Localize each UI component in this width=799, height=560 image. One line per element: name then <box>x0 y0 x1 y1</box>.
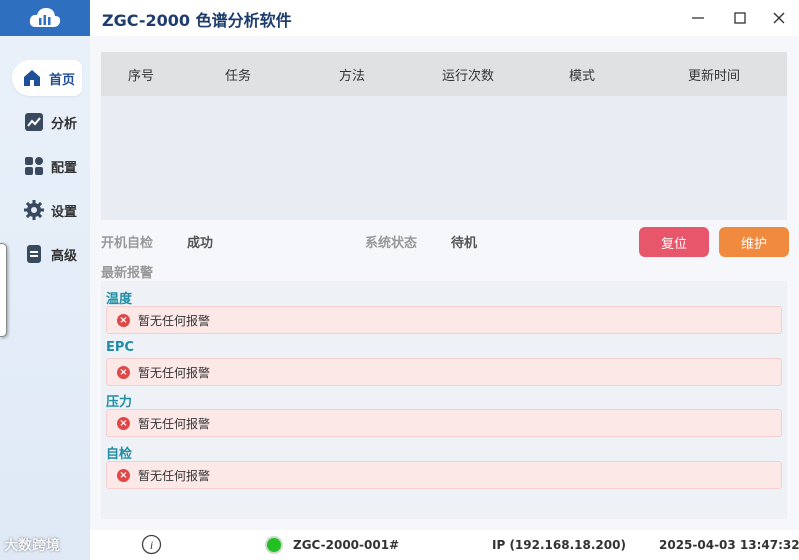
alarm-message: × 暂无任何报警 <box>106 306 782 334</box>
system-status-label: 系统状态 <box>365 236 418 251</box>
maintain-button[interactable]: 维护 <box>719 227 789 257</box>
selftest-label: 开机自检 <box>101 236 154 251</box>
sidebar: 首页 分析 配置 设置 高级 <box>0 0 90 560</box>
sidebar-item-label: 高级 <box>51 248 78 264</box>
alarm-message-text: 暂无任何报警 <box>138 416 211 431</box>
error-icon: × <box>117 468 130 482</box>
alarm-message: × 暂无任何报警 <box>106 461 782 489</box>
device-id: ZGC-2000-001# <box>293 538 400 552</box>
column-header[interactable]: 方法 <box>339 65 365 84</box>
sidebar-item-settings[interactable]: 设置 <box>14 192 80 228</box>
sidebar-item-analysis[interactable]: 分析 <box>14 104 80 140</box>
column-header[interactable]: 模式 <box>569 65 595 84</box>
alarm-section-title: 最新报警 <box>101 266 154 281</box>
column-header[interactable]: 序号 <box>128 65 154 84</box>
sidebar-item-home[interactable]: 首页 <box>12 60 82 96</box>
column-header[interactable]: 任务 <box>225 65 251 84</box>
sidebar-item-label: 分析 <box>51 116 78 132</box>
app-logo <box>0 0 90 36</box>
document-icon <box>27 245 41 263</box>
title-bar: ZGC-2000 色谱分析软件 <box>90 0 799 36</box>
task-table: 序号 任务 方法 运行次数 模式 更新时间 <box>101 52 787 220</box>
alarm-message-text: 暂无任何报警 <box>138 468 211 483</box>
info-icon[interactable]: i <box>141 534 162 555</box>
status-bar: i ZGC-2000-001# IP (192.168.18.200) 2025… <box>90 530 799 560</box>
system-status-value: 待机 <box>451 236 478 251</box>
alarm-category-pressure: 压力 <box>106 395 133 410</box>
column-header[interactable]: 运行次数 <box>442 65 494 84</box>
sidebar-item-label: 设置 <box>51 204 78 220</box>
alarm-message: × 暂无任何报警 <box>106 358 782 386</box>
alarm-category-selftest: 自检 <box>106 447 133 462</box>
error-icon: × <box>117 365 130 379</box>
alarm-message-text: 暂无任何报警 <box>138 365 211 380</box>
alarm-message-text: 暂无任何报警 <box>138 313 211 328</box>
cloud-logo-icon <box>29 8 61 27</box>
sidebar-item-label: 首页 <box>49 72 76 88</box>
grid-icon <box>25 157 43 175</box>
sidebar-item-label: 配置 <box>51 160 78 176</box>
main-content: 序号 任务 方法 运行次数 模式 更新时间 开机自检 成功 系统状态 待机 复位… <box>90 36 799 530</box>
table-header: 序号 任务 方法 运行次数 模式 更新时间 <box>101 52 787 96</box>
alarm-category-temperature: 温度 <box>106 292 133 307</box>
selftest-value: 成功 <box>187 236 214 251</box>
alarm-category-epc: EPC <box>106 340 134 355</box>
datetime: 2025-04-03 13:47:32 <box>659 538 799 552</box>
column-header[interactable]: 更新时间 <box>688 65 740 84</box>
svg-text:i: i <box>150 538 153 552</box>
reset-button[interactable]: 复位 <box>639 227 709 257</box>
home-icon <box>24 70 40 86</box>
chart-icon <box>25 113 43 131</box>
alarm-panel: 温度 × 暂无任何报警 EPC × 暂无任何报警 压力 × 暂无任何报警 自检 … <box>101 281 787 519</box>
minimize-icon[interactable] <box>688 8 708 28</box>
sidebar-item-config[interactable]: 配置 <box>14 148 80 184</box>
watermark: 大数跨境 <box>4 538 60 554</box>
window-title: ZGC-2000 色谱分析软件 <box>102 11 292 30</box>
online-indicator-icon <box>265 536 283 554</box>
ip-address: IP (192.168.18.200) <box>492 538 626 552</box>
alarm-message: × 暂无任何报警 <box>106 409 782 437</box>
close-icon[interactable] <box>769 8 789 28</box>
gear-icon <box>24 200 44 220</box>
maximize-icon[interactable] <box>730 8 750 28</box>
error-icon: × <box>117 416 130 430</box>
edge-handle[interactable] <box>0 243 7 337</box>
error-icon: × <box>117 313 130 327</box>
sidebar-item-advanced[interactable]: 高级 <box>14 236 80 272</box>
